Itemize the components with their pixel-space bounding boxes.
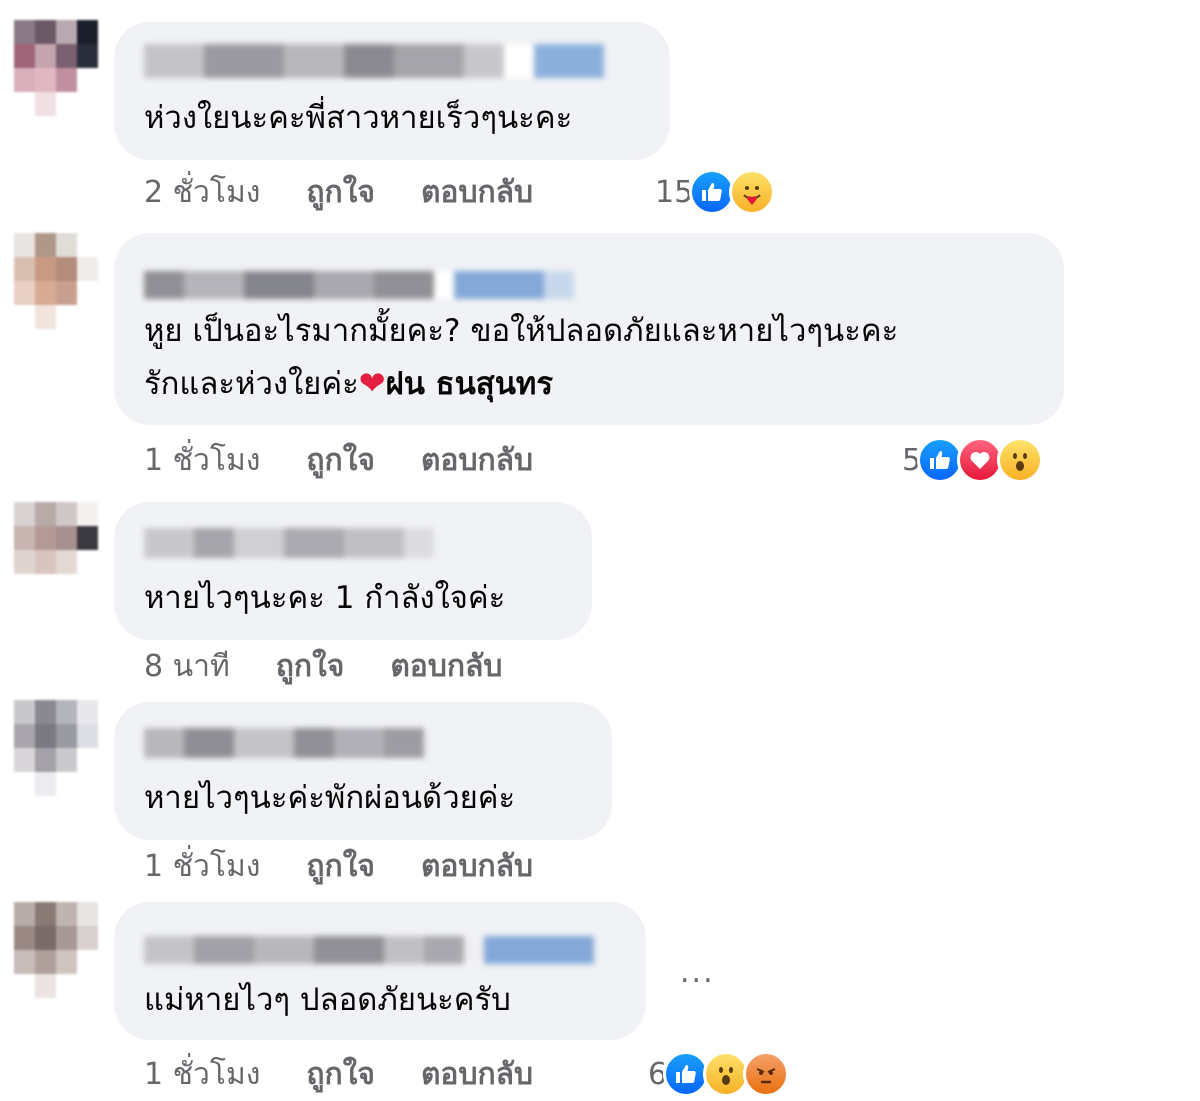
like-button[interactable]: ถูกใจ [276,643,345,690]
angry-icon [743,1051,790,1097]
care-icon [729,169,776,215]
reaction-summary[interactable]: 15 [655,168,776,216]
comment-time[interactable]: 2 ชั่วโมง [144,169,260,216]
comment-text-line-1: หูย เป็นอะไรมากมั้ยคะ? ขอให้ปลอดภัยและหา… [144,313,899,349]
comment-text-segment: รักและห่วงใยค่ะ [144,366,359,402]
wow-icon [997,437,1044,483]
reply-button[interactable]: ตอบกลับ [421,169,533,216]
reaction-summary[interactable]: 5 [902,436,1044,484]
comment-text-line-2: รักและห่วงใยค่ะ❤ฝน ธนสุนทร [144,357,553,410]
comment-actions: 1 ชั่วโมง ถูกใจ ตอบกลับ [144,842,533,890]
tagged-person-link[interactable]: ฝน ธนสุนทร [386,366,553,402]
like-button[interactable]: ถูกใจ [306,437,375,484]
comment-actions: 1 ชั่วโมง ถูกใจ ตอบกลับ [144,1050,533,1098]
avatar[interactable] [14,502,98,598]
blurred-author-name[interactable] [144,936,594,964]
comment-actions: 2 ชั่วโมง ถูกใจ ตอบกลับ [144,168,533,216]
comment-bubble: ห่วงใยนะคะพี่สาวหายเร็วๆนะคะ [114,22,670,160]
comment-actions: 8 นาที ถูกใจ ตอบกลับ [144,642,502,690]
like-button[interactable]: ถูกใจ [306,1051,375,1098]
blurred-author-name[interactable] [144,528,434,558]
more-options-button[interactable]: ... [680,955,715,990]
comment-time[interactable]: 1 ชั่วโมง [144,437,260,484]
blurred-author-name[interactable] [144,728,424,758]
comment-text: ห่วงใยนะคะพี่สาวหายเร็วๆนะคะ [144,100,573,136]
comment-bubble: แม่หายไวๆ ปลอดภัยนะครับ [114,902,646,1040]
comment-text: แม่หายไวๆ ปลอดภัยนะครับ [144,982,511,1018]
reply-button[interactable]: ตอบกลับ [421,437,533,484]
comment-actions: 1 ชั่วโมง ถูกใจ ตอบกลับ [144,436,533,484]
reply-button[interactable]: ตอบกลับ [390,643,502,690]
comment-bubble: หายไวๆนะค่ะพักผ่อนด้วยค่ะ [114,702,612,840]
reaction-count: 15 [655,174,694,210]
comment-bubble: หูย เป็นอะไรมากมั้ยคะ? ขอให้ปลอดภัยและหา… [114,233,1064,425]
comment-bubble: หายไวๆนะคะ 1 กำลังใจค่ะ [114,502,592,640]
comment-text: หายไวๆนะค่ะพักผ่อนด้วยค่ะ [144,780,516,816]
avatar[interactable] [14,20,98,116]
heart-icon: ❤ [358,364,386,402]
avatar[interactable] [14,233,98,329]
comment-time[interactable]: 8 นาที [144,643,230,690]
avatar[interactable] [14,902,98,998]
comment-time[interactable]: 1 ชั่วโมง [144,1051,260,1098]
avatar[interactable] [14,700,98,796]
reply-button[interactable]: ตอบกลับ [421,843,533,890]
reaction-summary[interactable]: 6 [648,1050,790,1098]
blurred-author-name[interactable] [144,44,604,78]
blurred-author-name[interactable] [144,271,574,299]
comment-text: หายไวๆนะคะ 1 กำลังใจค่ะ [144,580,506,616]
like-button[interactable]: ถูกใจ [306,169,375,216]
comment-time[interactable]: 1 ชั่วโมง [144,843,260,890]
like-button[interactable]: ถูกใจ [306,843,375,890]
reply-button[interactable]: ตอบกลับ [421,1051,533,1098]
